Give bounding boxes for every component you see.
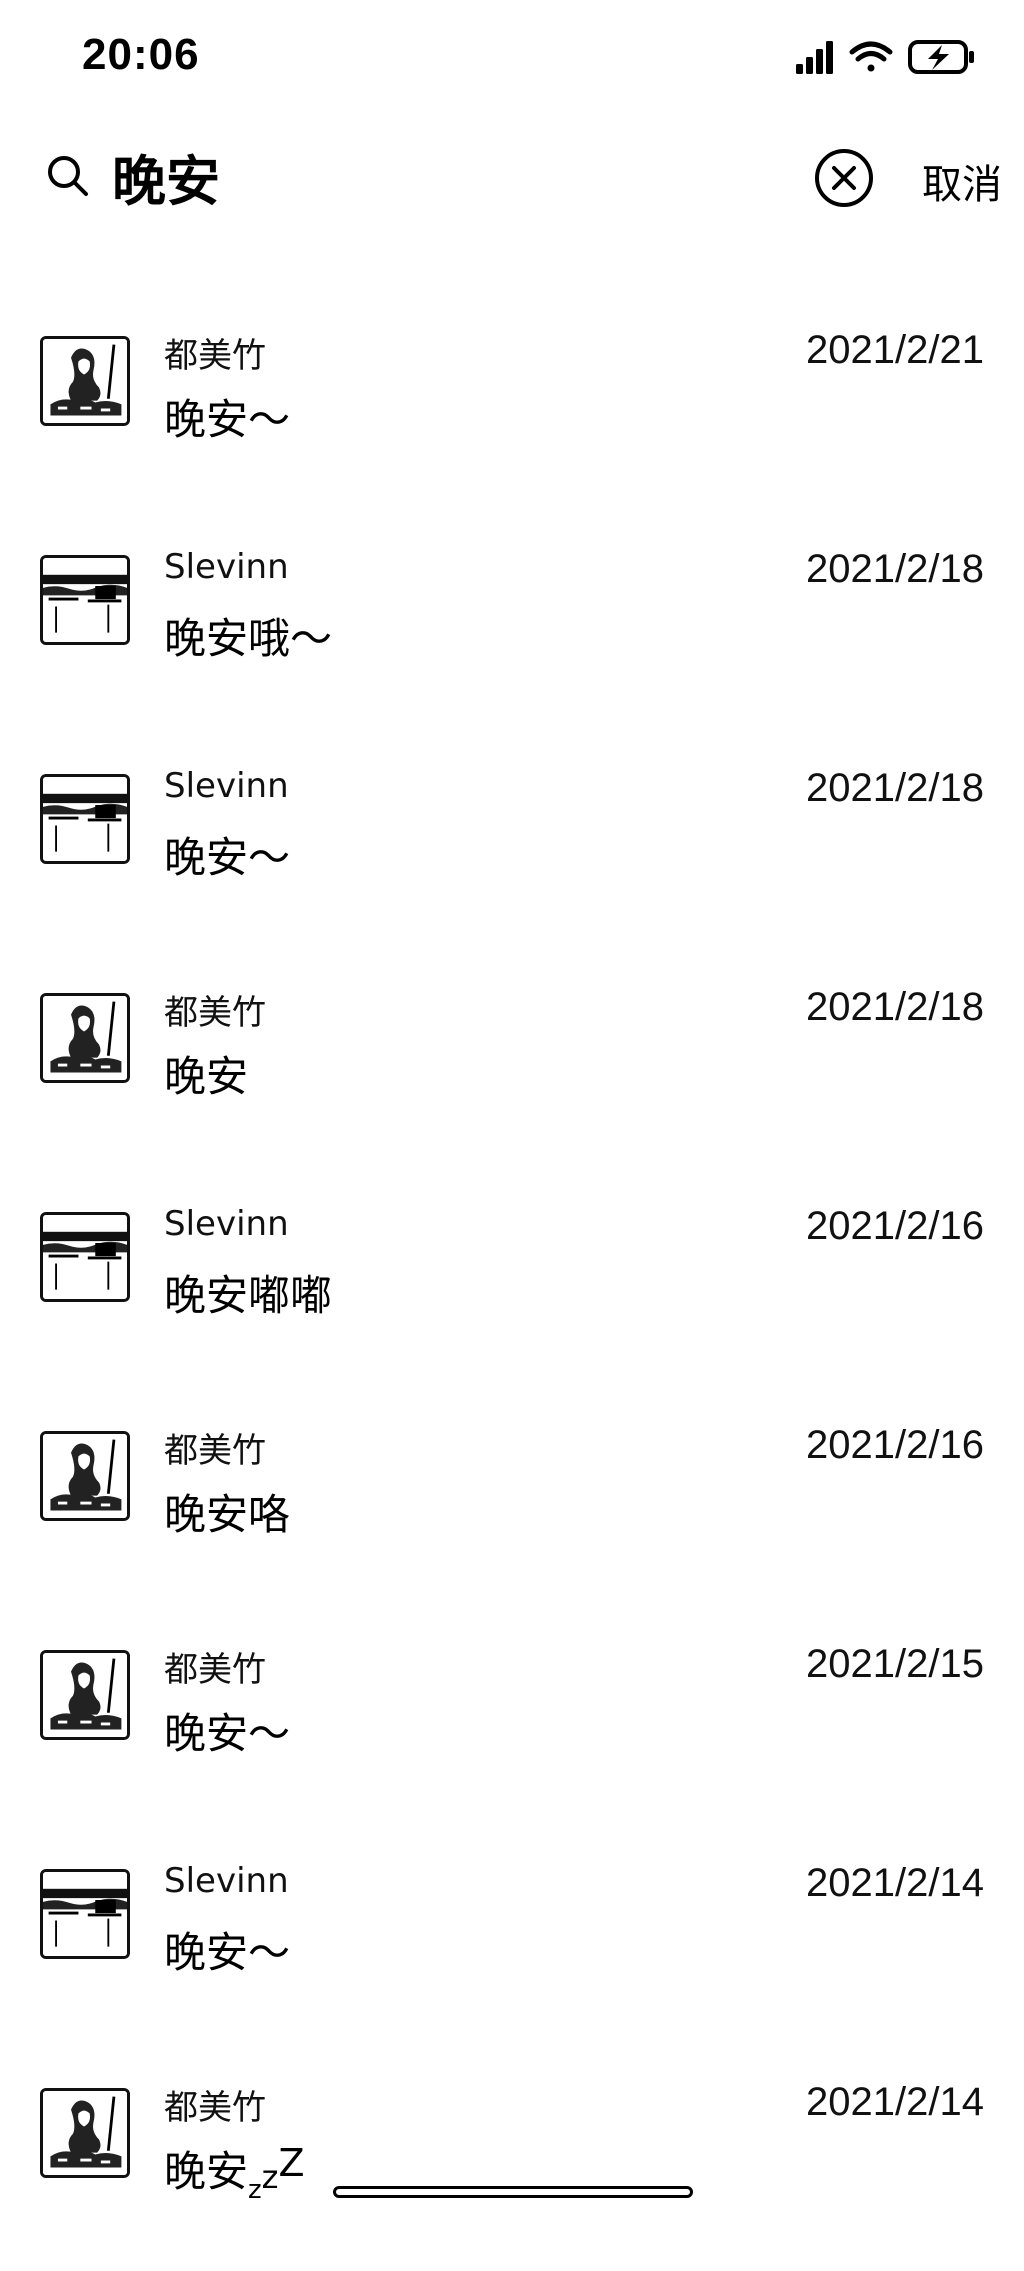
message-snippet: 晚安zzZ bbox=[164, 2138, 305, 2205]
search-icon bbox=[44, 152, 94, 202]
message-date: 2021/2/14 bbox=[806, 2080, 984, 2124]
search-result-row[interactable]: Slevinn 晚安哦～ 2021/2/18 bbox=[0, 519, 1024, 738]
sleep-z-medium: z bbox=[261, 2158, 279, 2196]
landscape-avatar bbox=[43, 1215, 127, 1299]
message-date: 2021/2/18 bbox=[806, 985, 984, 1029]
sender-name: Slevinn bbox=[164, 766, 289, 806]
contact-avatar bbox=[40, 1650, 130, 1740]
message-date: 2021/2/15 bbox=[806, 1642, 984, 1686]
search-result-row[interactable]: 都美竹 晚安咯 2021/2/16 bbox=[0, 1395, 1024, 1614]
clear-circle-icon bbox=[815, 149, 873, 207]
message-text: 晚安 bbox=[164, 2147, 249, 2196]
status-time: 20:06 bbox=[82, 30, 200, 79]
landscape-avatar bbox=[43, 777, 127, 861]
message-snippet: 晚安嘟嘟 bbox=[164, 1271, 333, 1320]
portrait-avatar bbox=[43, 1653, 127, 1737]
contact-avatar bbox=[40, 1431, 130, 1521]
sender-name: Slevinn bbox=[164, 547, 289, 587]
sender-name: 都美竹 bbox=[164, 2088, 266, 2128]
sender-name: 都美竹 bbox=[164, 336, 266, 376]
message-snippet: 晚安咯 bbox=[164, 1490, 291, 1539]
contact-avatar bbox=[40, 774, 130, 864]
sleep-z-small: z bbox=[248, 2175, 262, 2205]
message-date: 2021/2/18 bbox=[806, 766, 984, 810]
status-icons bbox=[792, 38, 982, 78]
wifi-icon bbox=[849, 41, 893, 72]
search-result-row[interactable]: 都美竹 晚安～ 2021/2/15 bbox=[0, 1614, 1024, 1833]
search-input[interactable] bbox=[112, 140, 752, 212]
sleep-z-large: Z bbox=[278, 2141, 305, 2185]
portrait-avatar bbox=[43, 339, 127, 423]
sender-name: 都美竹 bbox=[164, 1650, 266, 1690]
message-snippet: 晚安～ bbox=[164, 1928, 291, 1977]
landscape-avatar bbox=[43, 558, 127, 642]
search-result-row[interactable]: 都美竹 晚安zzZ 2021/2/14 bbox=[0, 2052, 1024, 2271]
search-result-row[interactable]: 都美竹 晚安 2021/2/18 bbox=[0, 957, 1024, 1176]
search-result-row[interactable]: Slevinn 晚安～ 2021/2/14 bbox=[0, 1833, 1024, 2052]
landscape-avatar bbox=[43, 1872, 127, 1956]
portrait-avatar bbox=[43, 1434, 127, 1518]
message-date: 2021/2/14 bbox=[806, 1861, 984, 1905]
search-result-row[interactable]: 都美竹 晚安～ 2021/2/21 bbox=[0, 300, 1024, 519]
sender-name: Slevinn bbox=[164, 1861, 289, 1901]
contact-avatar bbox=[40, 1869, 130, 1959]
message-date: 2021/2/16 bbox=[806, 1204, 984, 1248]
search-result-row[interactable]: Slevinn 晚安嘟嘟 2021/2/16 bbox=[0, 1176, 1024, 1395]
portrait-avatar bbox=[43, 996, 127, 1080]
message-date: 2021/2/18 bbox=[806, 547, 984, 591]
message-snippet: 晚安～ bbox=[164, 395, 291, 444]
contact-avatar bbox=[40, 555, 130, 645]
message-date: 2021/2/16 bbox=[806, 1423, 984, 1467]
search-result-row[interactable]: Slevinn 晚安～ 2021/2/18 bbox=[0, 738, 1024, 957]
contact-avatar bbox=[40, 1212, 130, 1302]
sender-name: 都美竹 bbox=[164, 993, 266, 1033]
cancel-button[interactable]: 取消 bbox=[922, 152, 1002, 210]
sender-name: Slevinn bbox=[164, 1204, 289, 1244]
message-date: 2021/2/21 bbox=[806, 328, 984, 372]
sender-name: 都美竹 bbox=[164, 1431, 266, 1471]
message-snippet: 晚安 bbox=[164, 1052, 249, 1101]
battery-charging-icon bbox=[908, 40, 974, 74]
home-indicator[interactable] bbox=[333, 2186, 693, 2198]
search-header: 取消 bbox=[0, 110, 1024, 250]
search-results-list: 都美竹 晚安～ 2021/2/21 Slevinn 晚安哦～ 2021/2/18 bbox=[0, 300, 1024, 2271]
portrait-avatar bbox=[43, 2091, 127, 2175]
status-bar: 20:06 bbox=[0, 0, 1024, 110]
clear-search-button[interactable] bbox=[812, 146, 876, 210]
contact-avatar bbox=[40, 993, 130, 1083]
message-snippet: 晚安哦～ bbox=[164, 614, 333, 663]
contact-avatar bbox=[40, 336, 130, 426]
signal-icon bbox=[796, 41, 833, 74]
contact-avatar bbox=[40, 2088, 130, 2178]
message-snippet: 晚安～ bbox=[164, 1709, 291, 1758]
message-snippet: 晚安～ bbox=[164, 833, 291, 882]
